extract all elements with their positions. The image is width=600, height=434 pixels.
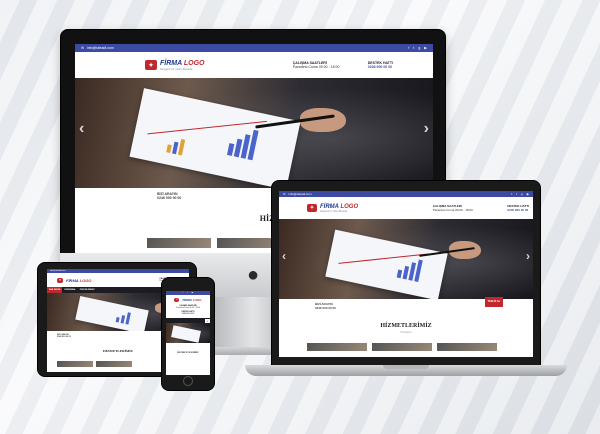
call-us-info: BİZİ ARAYIN 0246 000 00 00 (157, 192, 181, 200)
twitter-icon[interactable]: t (516, 192, 517, 196)
services-title: HİZMETLERİMİZ (380, 323, 432, 329)
youtube-icon[interactable]: ▶ (424, 46, 427, 50)
email-text: info@siteadi.com (50, 270, 66, 272)
logo-main-text: FİRMA (66, 277, 79, 283)
support-line-value: 0246 000 00 00 (181, 313, 195, 315)
logo-accent-text: LOGO (183, 59, 205, 67)
services-subtitle: Hizmetleri (400, 331, 412, 334)
facebook-icon[interactable]: f (408, 46, 409, 50)
service-thumbnails (147, 238, 281, 248)
hero-slider (166, 323, 210, 343)
call-us-phone: 0246 000 00 00 (315, 306, 336, 310)
twitter-icon[interactable]: t (187, 292, 188, 294)
support-line: DESTEK HATTI 0246 000 00 00 (507, 204, 529, 212)
quote-button[interactable]: TEKLİF AL (485, 297, 503, 307)
google-plus-icon[interactable]: g (418, 46, 420, 50)
google-plus-icon[interactable]: g (521, 192, 523, 196)
facebook-icon[interactable]: f (511, 192, 512, 196)
chart-paper-image (75, 295, 149, 335)
working-hours-value: Pazartesi-Cuma 09:00 - 18:00 (176, 307, 200, 309)
call-us-info: BİZİ ARAYIN 0246 000 00 00 (315, 302, 336, 310)
logo-mark-icon: ✦ (57, 277, 63, 283)
logo-slogan: Sloganınız Yeter Burada (160, 66, 193, 71)
slider-prev-arrow[interactable]: ‹ (79, 120, 84, 138)
service-thumbnails (307, 343, 497, 351)
logo-mark-icon: ✦ (174, 298, 180, 302)
support-line: DESTEK HATTI 0246 000 00 00 (166, 311, 210, 315)
macbook-notch (383, 365, 429, 369)
social-links: f t g ▶ (408, 46, 427, 50)
site-header: ✦ FİRMA LOGO (166, 295, 210, 305)
working-hours-value: Pazartesi-Cuma 09:00 - 18:00 (292, 65, 340, 69)
site-header: ✦ FİRMA LOGO Sloganınız Yeter Burada ÇAL… (279, 197, 533, 219)
call-us-phone: 0246 000 00 00 (157, 196, 182, 200)
logo-main-text: FİRMA (182, 298, 192, 302)
slider-prev-arrow[interactable]: ‹ (282, 249, 286, 263)
logo-accent-text: LOGO (192, 298, 202, 302)
site-logo[interactable]: ✦ FİRMA LOGO (57, 277, 92, 283)
logo-accent-text: LOGO (79, 277, 92, 283)
hero-slider: ‹ › (279, 219, 533, 301)
hero-slider: ‹ › (75, 78, 433, 190)
envelope-icon: ✉ (283, 192, 286, 196)
site-topbar: ✉ info@siteadi.com f t g ▶ (75, 44, 433, 52)
apple-logo-icon: ● (246, 263, 260, 286)
logo-slogan: Sloganınız Yeter Burada (320, 209, 348, 213)
facebook-icon[interactable]: f (183, 292, 184, 294)
call-us-info: BİZİ ARAYIN 0246 000 00 00 (57, 334, 71, 338)
support-line-value: 0246 000 00 00 (367, 65, 393, 69)
site-logo[interactable]: ✦ FİRMA LOGO Sloganınız Yeter Burada (307, 204, 358, 213)
macbook-display: ✉ info@siteadi.com f t g ▶ ✦ FİRMA LOGO S… (271, 180, 541, 367)
working-hours: ÇALIŞMA SAATLERİ Pazartesi-Cuma 09:00 - … (293, 61, 340, 69)
slider-next-arrow[interactable]: › (424, 120, 429, 138)
email-text: info@siteadi.com (288, 192, 312, 196)
content-area: BİZİ ARAYIN 0246 000 00 00 TEKLİF AL HİZ… (279, 297, 533, 357)
working-hours: ÇALIŞMA SAATLERİ Pazartesi-Cuma 09:00 - … (166, 305, 210, 309)
site-logo[interactable]: ✦ FİRMA LOGO Sloganınız Yeter Burada (145, 60, 204, 71)
chart-paper-image (171, 325, 201, 343)
logo-mark-icon: ✦ (145, 60, 157, 70)
iphone-website: f t ▶ ✦ FİRMA LOGO ÇALIŞMA SAATLERİ Paza… (166, 291, 210, 375)
email-text: info@siteadi.com (86, 46, 114, 50)
chart-paper-image (129, 88, 301, 190)
logo-accent-text: LOGO (340, 203, 359, 210)
logo-main-text: FİRMA (320, 203, 339, 210)
home-button[interactable] (183, 376, 193, 386)
youtube-icon[interactable]: ▶ (527, 192, 529, 196)
email-info: ✉ info@siteadi.com (283, 192, 312, 196)
twitter-icon[interactable]: t (413, 46, 414, 50)
site-logo[interactable]: ✦ FİRMA LOGO (174, 298, 202, 302)
social-links: f t ▶ (183, 292, 194, 294)
logo-mark-icon: ✦ (307, 204, 317, 212)
macbook-website: ✉ info@siteadi.com f t g ▶ ✦ FİRMA LOGO S… (279, 191, 533, 357)
support-line-value: 0246 000 00 00 (507, 208, 529, 212)
email-info: ✉ info@siteadi.com (81, 46, 114, 50)
service-thumbnails (57, 361, 132, 367)
working-hours-value: Pazartesi-Cuma 09:00 - 18:00 (432, 208, 473, 212)
youtube-icon[interactable]: ▶ (192, 292, 194, 294)
call-us-phone: 0246 000 00 00 (57, 336, 71, 338)
chart-paper-image (325, 229, 448, 301)
iphone-device: f t ▶ ✦ FİRMA LOGO ÇALIŞMA SAATLERİ Paza… (161, 277, 215, 391)
search-icon[interactable]: ⌕ (205, 318, 210, 323)
working-hours: ÇALIŞMA SAATLERİ Pazartesi-Cuma 09:00 - … (433, 204, 473, 212)
site-header: ✦ FİRMA LOGO Sloganınız Yeter Burada ÇAL… (75, 52, 433, 78)
services-title: HİZMETLERİMİZ (177, 351, 199, 354)
content-area: HİZMETLERİMİZ (166, 343, 210, 365)
logo-main-text: FİRMA (160, 59, 182, 67)
slider-next-arrow[interactable]: › (526, 249, 530, 263)
social-links: f t g ▶ (511, 192, 529, 196)
support-line: DESTEK HATTI 0246 000 00 00 (368, 61, 393, 69)
envelope-icon: ✉ (81, 46, 84, 50)
